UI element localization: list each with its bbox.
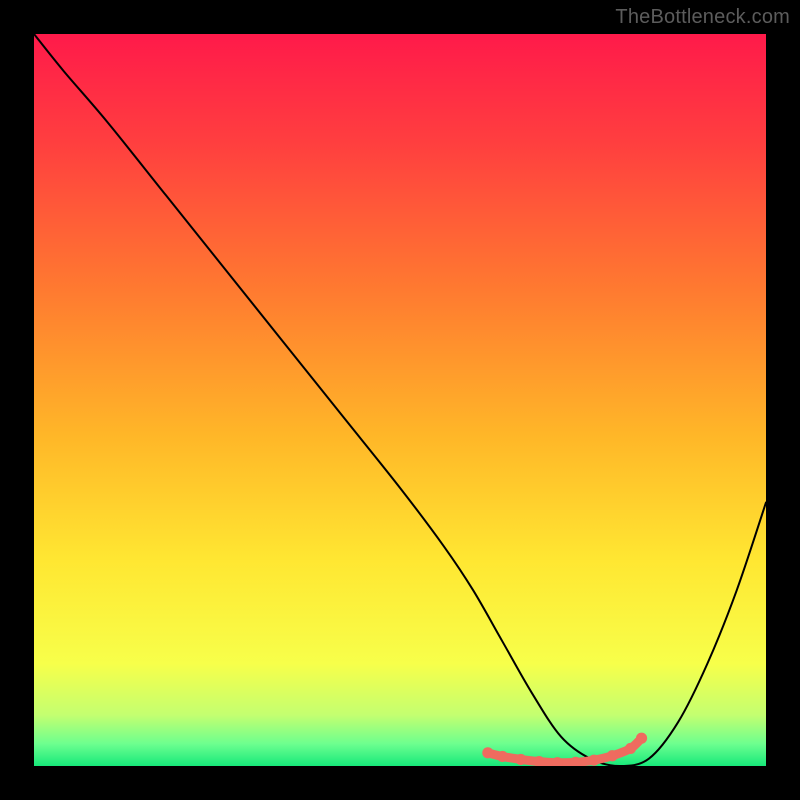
gradient-background: [34, 34, 766, 766]
chart-container: TheBottleneck.com: [0, 0, 800, 800]
chart-svg: [34, 34, 766, 766]
plot-area: [34, 34, 766, 766]
watermark-text: TheBottleneck.com: [615, 6, 790, 29]
